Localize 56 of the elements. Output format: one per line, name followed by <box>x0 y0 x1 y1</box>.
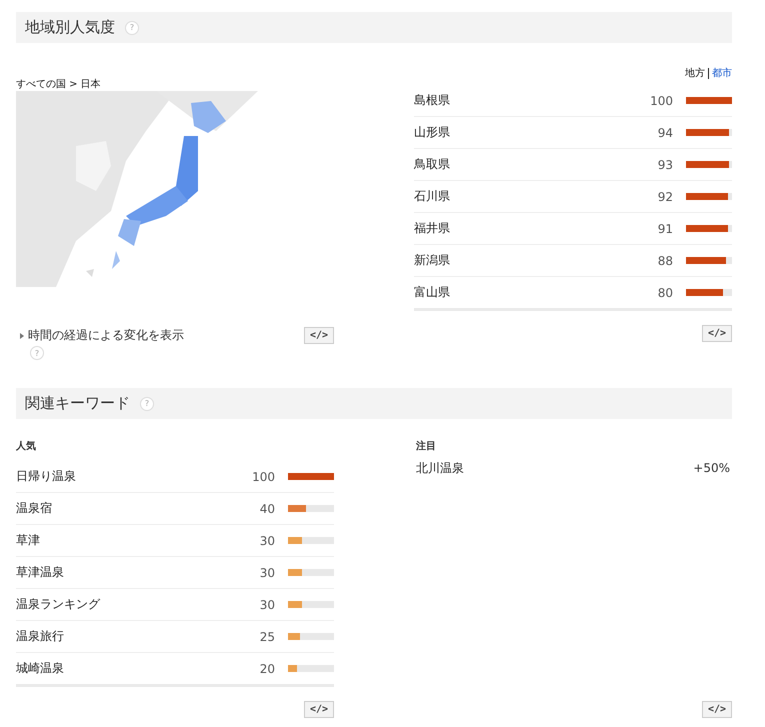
score-value: 100 <box>251 470 275 484</box>
keyword-name[interactable]: 日帰り温泉 <box>16 468 235 485</box>
change-value: +50% <box>692 461 730 475</box>
keyword-name[interactable]: 草津 <box>16 532 235 549</box>
score-value: 25 <box>258 630 275 644</box>
list-heading: 人気 <box>16 440 37 453</box>
keyword-name[interactable]: 温泉宿 <box>16 500 235 517</box>
region-name: 島根県 <box>414 92 451 109</box>
score-bar <box>686 225 732 232</box>
view-link[interactable]: 都市 <box>712 66 732 80</box>
score-bar <box>686 129 732 136</box>
keyword-name[interactable]: 城崎温泉 <box>16 660 235 677</box>
section-title: 地域別人気度 <box>25 18 115 37</box>
score-value: 20 <box>258 662 275 676</box>
region-name: 石川県 <box>414 188 451 205</box>
score-bar <box>686 161 732 168</box>
view-link[interactable]: 地方 <box>685 66 705 80</box>
score-bar <box>288 601 334 608</box>
keyword-name[interactable]: 草津温泉 <box>16 564 235 581</box>
score-bar <box>686 289 732 296</box>
score-value: 88 <box>656 254 673 268</box>
region-name: 山形県 <box>414 124 451 141</box>
score-value: 91 <box>656 222 673 236</box>
expand-toggle[interactable]: 時間の経過による変化を表示 <box>16 327 184 344</box>
score-value: 100 <box>649 94 673 108</box>
score-bar <box>288 505 334 512</box>
score-value: 30 <box>258 534 275 548</box>
score-value: 40 <box>258 502 275 516</box>
score-bar <box>288 633 334 640</box>
region-name: 福井県 <box>414 220 451 237</box>
keyword-name[interactable]: 温泉旅行 <box>16 628 235 645</box>
embed-button[interactable]: </> <box>304 327 334 344</box>
score-value: 30 <box>258 598 275 612</box>
embed-button[interactable]: </> <box>702 701 732 718</box>
score-value: 92 <box>656 190 673 204</box>
score-value: 94 <box>656 126 673 140</box>
score-value: 30 <box>258 566 275 580</box>
score-bar <box>686 257 732 264</box>
score-value: 80 <box>656 286 673 300</box>
region-name: 新潟県 <box>414 252 451 269</box>
score-bar <box>686 193 732 200</box>
embed-button[interactable]: </> <box>304 701 334 718</box>
section-title: 関連キーワード <box>25 394 130 413</box>
region-name: 鳥取県 <box>414 156 451 173</box>
keyword-name[interactable]: 温泉ランキング <box>16 596 235 613</box>
score-value: 93 <box>656 158 673 172</box>
breadcrumb[interactable]: すべての国 > 日本 <box>16 77 334 91</box>
score-bar <box>288 665 334 672</box>
embed-button[interactable]: </> <box>702 325 732 342</box>
score-bar <box>686 97 732 104</box>
score-bar <box>288 473 334 480</box>
keyword-name[interactable]: 北川温泉 <box>416 460 670 476</box>
list-heading: 注目 <box>416 439 437 453</box>
region-name: 富山県 <box>414 284 451 301</box>
score-bar <box>288 569 334 576</box>
score-bar <box>288 537 334 544</box>
